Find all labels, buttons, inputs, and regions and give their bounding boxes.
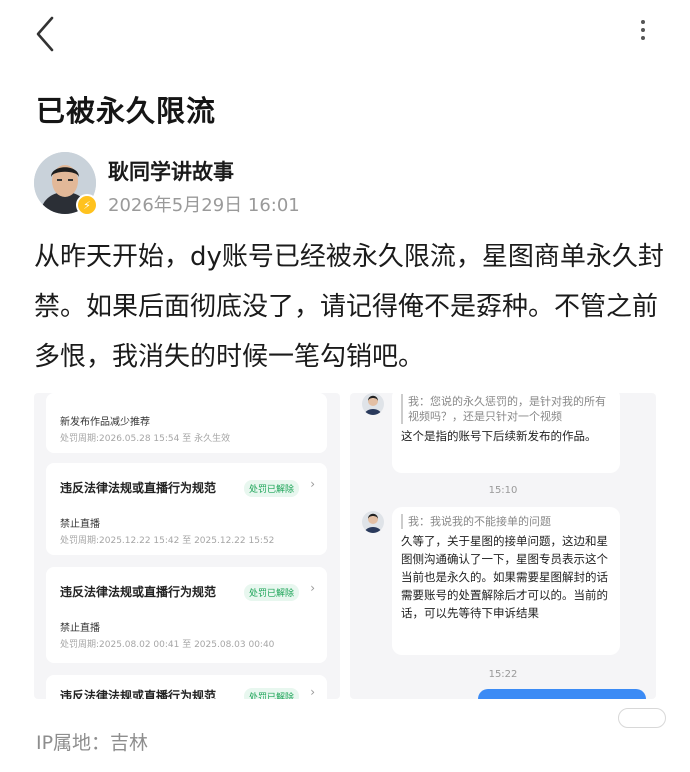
chevron-right-icon: › [310,685,315,699]
penalty-type: 禁止直播 [60,623,100,634]
penalty-date: 处罚周期:2025.08.02 00:41 至 2025.08.03 00:40 [60,640,275,650]
penalty-card: 违反法律法规或直播行为规范 处罚已解除 › 禁止直播 处罚周期:2025.12.… [46,463,327,555]
penalty-title: 违反法律法规或直播行为规范 [60,481,217,495]
chevron-right-icon: › [310,581,315,595]
chat-message-text: 久等了，关于星图的接单问题，这边和星图侧沟通确认了一下，星图专员表示这个当前也是… [401,534,608,620]
chat-timestamp: 15:10 [488,485,518,496]
agent-avatar [362,393,384,415]
verified-badge-icon: ⚡ [76,194,98,216]
penalty-title: 违反法律法规或直播行为规范 [60,585,217,599]
status-badge: 处罚已解除 [243,584,299,601]
chat-message: 我：我说我的不能接单的问题 久等了，关于星图的接单问题，这边和星图侧沟通确认了一… [392,507,620,655]
penalty-card: 违反法律法规或直播行为规范 处罚已解除 › [46,675,327,699]
post-title: 已被永久限流 [36,94,217,128]
author-name[interactable]: 耿同学讲故事 [108,156,234,186]
back-button[interactable] [30,14,64,54]
more-button[interactable] [636,16,650,46]
chat-screenshot-image[interactable]: 我：您说的永久惩罚的，是针对我的所有视频吗？，还是只针对一个视频 这个是指的账号… [350,393,656,699]
penalty-card: 违反法律法规或直播行为规范 处罚已解除 › 禁止直播 处罚周期:2025.08.… [46,567,327,663]
status-badge: 处罚已解除 [243,688,299,699]
vertical-dots-icon [636,20,650,40]
chat-message-text: 这个是指的账号下后续新发布的作品。 [401,429,597,443]
chevron-left-icon [36,16,54,52]
post-timestamp: 2026年5月29日 16:01 [108,195,300,216]
agent-avatar [362,511,384,533]
status-badge: 处罚已解除 [243,480,299,497]
penalty-title: 违反法律法规或直播行为规范 [60,689,217,699]
penalty-screenshot-image[interactable]: 新发布作品减少推荐 处罚周期:2026.05.28 15:54 至 永久生效 违… [34,393,340,699]
penalty-date: 处罚周期:2026.05.28 15:54 至 永久生效 [60,434,231,444]
penalty-date: 处罚周期:2025.12.22 15:42 至 2025.12.22 15:52 [60,536,275,546]
ip-location: IP属地：吉林 [36,732,149,754]
penalty-card-top: 新发布作品减少推荐 处罚周期:2026.05.28 15:54 至 永久生效 [46,393,327,453]
chevron-right-icon: › [310,477,315,491]
top-bar [0,0,690,64]
chat-timestamp: 15:22 [488,669,518,680]
quoted-question: 我：我说我的不能接单的问题 [401,514,611,529]
quoted-question: 我：您说的永久惩罚的，是针对我的所有视频吗？，还是只针对一个视频 [401,394,611,424]
penalty-type: 禁止直播 [60,519,100,530]
post-body: 从昨天开始，dy账号已经被永久限流，星图商单永久封禁。如果后面彻底没了，请记得俺… [34,242,664,372]
chat-message: 我：您说的永久惩罚的，是针对我的所有视频吗？，还是只针对一个视频 这个是指的账号… [392,393,620,473]
watermark-logo [618,708,666,728]
outgoing-message-bubble [478,689,646,699]
penalty-title: 新发布作品减少推荐 [60,417,150,428]
